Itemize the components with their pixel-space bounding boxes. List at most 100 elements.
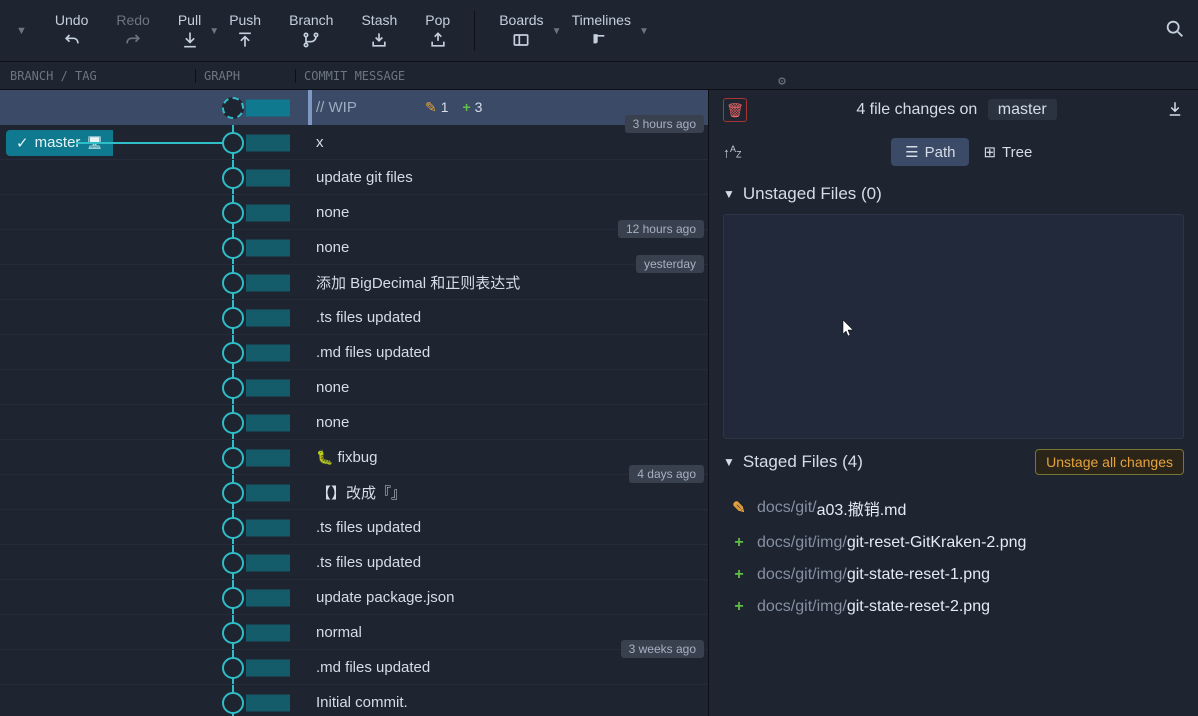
redo-icon xyxy=(123,30,143,50)
commit-node[interactable] xyxy=(222,132,244,154)
file-name: git-reset-GitKraken-2.png xyxy=(847,534,1027,552)
commit-row[interactable]: normal xyxy=(0,615,708,650)
commit-message: .ts files updated xyxy=(308,309,708,326)
file-row[interactable]: + docs/git/img/git-state-reset-2.png xyxy=(723,591,1184,623)
path-tab[interactable]: ☰ Path xyxy=(891,138,969,166)
staged-title: Staged Files (4) xyxy=(743,452,863,472)
commit-row[interactable]: .md files updated3 weeks ago xyxy=(0,650,708,685)
commit-row[interactable]: 【】改成『』4 days ago xyxy=(0,475,708,510)
push-label: Push xyxy=(229,12,261,28)
commit-node[interactable] xyxy=(222,447,244,469)
col-msg-header: COMMIT MESSAGE xyxy=(304,69,405,83)
timelines-caret-icon[interactable]: ▼ xyxy=(639,26,649,37)
commit-message: 添加 BigDecimal 和正则表达式yesterday xyxy=(308,272,708,293)
unstaged-empty-area[interactable] xyxy=(723,214,1184,439)
commit-row[interactable]: .ts files updated xyxy=(0,510,708,545)
file-row[interactable]: ✎ docs/git/a03.撤销.md xyxy=(723,489,1184,527)
pull-button[interactable]: Pull ▼ xyxy=(164,8,215,54)
commit-node[interactable] xyxy=(222,377,244,399)
pull-label: Pull xyxy=(178,12,201,28)
commit-row[interactable]: none12 hours ago xyxy=(0,230,708,265)
commit-node[interactable] xyxy=(222,167,244,189)
redo-button[interactable]: Redo xyxy=(102,8,163,54)
stash-button[interactable]: Stash xyxy=(347,8,411,54)
timelines-button[interactable]: Timelines ▼ xyxy=(558,8,645,54)
bug-icon: 🐛 xyxy=(316,449,333,465)
commit-node[interactable] xyxy=(222,97,244,119)
added-icon: + xyxy=(729,534,749,552)
commit-node[interactable] xyxy=(222,657,244,679)
commit-message: 【】改成『』4 days ago xyxy=(308,482,708,503)
commit-row[interactable]: .ts files updated xyxy=(0,545,708,580)
tree-tab[interactable]: ⊞ Tree xyxy=(969,138,1046,166)
branch-label: Branch xyxy=(289,12,333,28)
commit-bar xyxy=(246,204,290,221)
commit-row[interactable]: .ts files updated xyxy=(0,300,708,335)
added-icon: + xyxy=(729,598,749,616)
branch-name: master xyxy=(35,134,81,151)
commit-row[interactable]: none xyxy=(0,195,708,230)
commit-node[interactable] xyxy=(222,237,244,259)
cursor-icon xyxy=(842,319,856,342)
file-name: a03.撤销.md xyxy=(817,496,907,520)
commit-bar xyxy=(246,274,290,291)
commit-node[interactable] xyxy=(222,202,244,224)
search-icon[interactable] xyxy=(1164,18,1186,43)
commit-row[interactable]: 添加 BigDecimal 和正则表达式yesterday xyxy=(0,265,708,300)
commit-message: .md files updated3 weeks ago xyxy=(308,659,708,676)
commit-message: .ts files updated xyxy=(308,519,708,536)
boards-button[interactable]: Boards ▼ xyxy=(485,8,557,54)
gear-icon[interactable]: ⚙ xyxy=(778,74,786,89)
file-name: git-state-reset-2.png xyxy=(847,598,990,616)
commit-row[interactable]: Initial commit. xyxy=(0,685,708,716)
commit-bar xyxy=(246,624,290,641)
unstaged-caret-icon[interactable]: ▼ xyxy=(723,187,735,201)
commit-node[interactable] xyxy=(222,552,244,574)
app-menu-caret[interactable]: ▼ xyxy=(12,21,31,41)
check-icon: ✓ xyxy=(16,134,29,152)
commit-node[interactable] xyxy=(222,482,244,504)
commit-bar xyxy=(246,134,290,151)
commit-node[interactable] xyxy=(222,622,244,644)
plus-icon: + xyxy=(462,99,470,115)
commit-message: x3 hours ago xyxy=(308,134,708,151)
branch-icon xyxy=(301,30,321,50)
commit-message: Initial commit. xyxy=(308,694,708,711)
file-row[interactable]: + docs/git/img/git-reset-GitKraken-2.png xyxy=(723,527,1184,559)
pencil-icon: ✎ xyxy=(425,99,437,115)
commit-row[interactable]: none xyxy=(0,370,708,405)
commit-row[interactable]: 🐛fixbug xyxy=(0,440,708,475)
commit-node[interactable] xyxy=(222,692,244,714)
unstage-all-button[interactable]: Unstage all changes xyxy=(1035,449,1184,475)
commit-node[interactable] xyxy=(222,342,244,364)
commit-node[interactable] xyxy=(222,517,244,539)
commit-node[interactable] xyxy=(222,272,244,294)
push-button[interactable]: Push xyxy=(215,8,275,54)
commit-row[interactable]: .md files updated xyxy=(0,335,708,370)
file-path-dim: docs/git/img/ xyxy=(757,598,847,616)
commit-row[interactable]: ✓ master 🖥 x3 hours ago xyxy=(0,125,708,160)
undo-button[interactable]: Undo xyxy=(41,8,102,54)
commit-bar xyxy=(246,344,290,361)
sort-icon[interactable]: ↑AZ xyxy=(723,144,742,161)
redo-label: Redo xyxy=(116,12,149,28)
commit-node[interactable] xyxy=(222,307,244,329)
commit-row[interactable]: update package.json xyxy=(0,580,708,615)
time-chip: yesterday xyxy=(636,255,704,273)
commit-row[interactable]: none xyxy=(0,405,708,440)
commit-node[interactable] xyxy=(222,412,244,434)
file-row[interactable]: + docs/git/img/git-state-reset-1.png xyxy=(723,559,1184,591)
mod-count: 1 xyxy=(441,99,449,115)
commit-node[interactable] xyxy=(222,587,244,609)
undo-icon xyxy=(62,30,82,50)
branch-button[interactable]: Branch xyxy=(275,8,347,54)
commit-bar xyxy=(246,169,290,186)
stage-all-icon[interactable] xyxy=(1166,100,1184,121)
commit-bar xyxy=(246,414,290,431)
pop-button[interactable]: Pop xyxy=(411,8,464,54)
timelines-label: Timelines xyxy=(572,12,631,28)
trash-icon[interactable]: 🗑 xyxy=(723,98,747,122)
toolbar-divider xyxy=(474,11,475,51)
staged-caret-icon[interactable]: ▼ xyxy=(723,455,735,469)
commit-row[interactable]: update git files xyxy=(0,160,708,195)
